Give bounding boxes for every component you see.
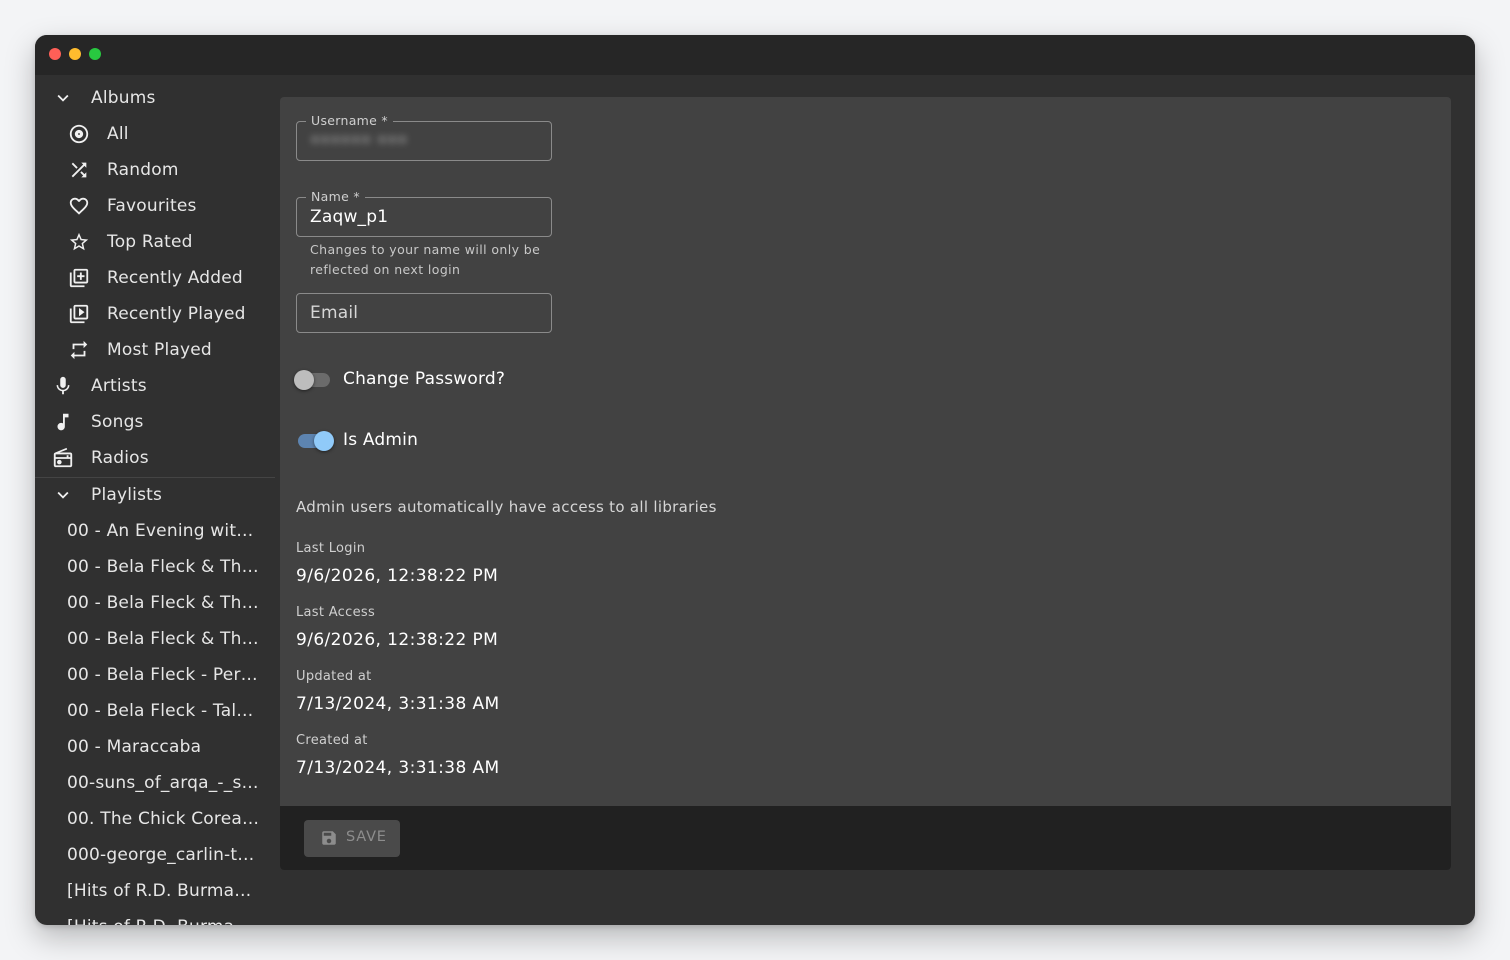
sidebar-item-label: Favourites bbox=[107, 196, 197, 216]
is-admin-label[interactable]: Is Admin bbox=[343, 430, 418, 450]
username-value: •••••• ••• bbox=[310, 131, 408, 151]
music-note-icon bbox=[52, 411, 74, 433]
star-icon bbox=[68, 231, 90, 253]
sidebar-item-label: Top Rated bbox=[107, 232, 193, 252]
playlist-label: 00 - Bela Fleck - Tale... bbox=[67, 701, 262, 721]
last-login-value: 9/6/2026, 12:38:22 PM bbox=[296, 566, 499, 586]
sidebar-playlists-label: Playlists bbox=[91, 485, 163, 505]
sidebar-playlist-item[interactable]: 000-george_carlin-th... bbox=[35, 837, 275, 873]
close-window-button[interactable] bbox=[49, 48, 61, 60]
is-admin-switch[interactable] bbox=[296, 428, 334, 452]
sidebar-playlist-item[interactable]: [Hits of R.D. Burman]... bbox=[35, 873, 275, 909]
updated-at-label: Updated at bbox=[296, 669, 372, 684]
sidebar-item-random[interactable]: Random bbox=[35, 152, 275, 188]
playlist-label: 00 - Bela Fleck & The... bbox=[67, 593, 262, 613]
sidebar-item-most-played[interactable]: Most Played bbox=[35, 332, 275, 368]
playlist-label: 00 - Bela Fleck - Perp... bbox=[67, 665, 262, 685]
playlist-label: 00 - Bela Fleck & The... bbox=[67, 557, 262, 577]
name-field[interactable]: Name * Zaqw_p1 bbox=[296, 189, 552, 237]
sidebar-playlist-item[interactable]: 00 - Maraccaba bbox=[35, 729, 275, 765]
sidebar-item-label: Random bbox=[107, 160, 179, 180]
sidebar-item-label: All bbox=[107, 124, 129, 144]
playlist-label: 00 - An Evening with ... bbox=[67, 521, 262, 541]
sidebar-item-songs[interactable]: Songs bbox=[35, 404, 275, 440]
updated-at-value: 7/13/2024, 3:31:38 AM bbox=[296, 694, 500, 714]
maximize-window-button[interactable] bbox=[89, 48, 101, 60]
sidebar-item-label: Artists bbox=[91, 376, 147, 396]
library-add-icon bbox=[68, 267, 90, 289]
sidebar-item-artists[interactable]: Artists bbox=[35, 368, 275, 404]
email-field[interactable]: Email bbox=[296, 293, 552, 333]
admin-note: Admin users automatically have access to… bbox=[296, 498, 717, 516]
sidebar-item-label: Songs bbox=[91, 412, 144, 432]
user-edit-form: Username * •••••• ••• Name * Zaqw_p1 Cha… bbox=[280, 97, 1451, 870]
username-field[interactable]: Username * •••••• ••• bbox=[296, 113, 552, 161]
heart-icon bbox=[68, 195, 90, 217]
created-at-value: 7/13/2024, 3:31:38 AM bbox=[296, 758, 500, 778]
playlist-label: 000-george_carlin-th... bbox=[67, 845, 262, 865]
save-label: SAVE bbox=[346, 829, 387, 845]
sidebar-item-label: Recently Added bbox=[107, 268, 243, 288]
sidebar-playlist-item[interactable]: 00-suns_of_arqa_-_se... bbox=[35, 765, 275, 801]
change-password-switch[interactable] bbox=[294, 367, 332, 391]
sidebar-playlist-item[interactable]: 00 - Bela Fleck & The... bbox=[35, 621, 275, 657]
sidebar-playlist-item[interactable]: [Hits of R.D. Burman]... bbox=[35, 909, 275, 925]
album-icon bbox=[68, 123, 90, 145]
playlist-label: 00-suns_of_arqa_-_se... bbox=[67, 773, 262, 793]
sidebar-albums-toggle[interactable]: Albums bbox=[35, 80, 275, 116]
sidebar-item-top-rated[interactable]: Top Rated bbox=[35, 224, 275, 260]
playlist-label: [Hits of R.D. Burman]... bbox=[67, 917, 262, 925]
switch-thumb bbox=[294, 370, 314, 390]
minimize-window-button[interactable] bbox=[69, 48, 81, 60]
playlist-label: [Hits of R.D. Burman]... bbox=[67, 881, 262, 901]
playlist-label: 00. The Chick Corea ... bbox=[67, 809, 262, 829]
switch-thumb bbox=[314, 431, 334, 451]
form-toolbar: SAVE bbox=[280, 806, 1451, 870]
sidebar-playlist-item[interactable]: 00 - An Evening with ... bbox=[35, 513, 275, 549]
sidebar-item-label: Most Played bbox=[107, 340, 212, 360]
sidebar-item-radios[interactable]: Radios bbox=[35, 440, 275, 476]
sidebar-playlist-item[interactable]: 00. The Chick Corea ... bbox=[35, 801, 275, 837]
sidebar-playlist-item[interactable]: 00 - Bela Fleck & The... bbox=[35, 549, 275, 585]
created-at-label: Created at bbox=[296, 733, 368, 748]
sidebar-item-recently-added[interactable]: Recently Added bbox=[35, 260, 275, 296]
microphone-icon bbox=[52, 375, 74, 397]
sidebar-item-all[interactable]: All bbox=[35, 116, 275, 152]
sidebar-playlist-item[interactable]: 00 - Bela Fleck - Perp... bbox=[35, 657, 275, 693]
chevron-down-icon bbox=[52, 87, 74, 109]
app-window: Albums All Random Favourites Top Rated R… bbox=[35, 35, 1475, 925]
sidebar: Albums All Random Favourites Top Rated R… bbox=[35, 75, 275, 925]
title-bar bbox=[35, 35, 1475, 75]
username-label: Username * bbox=[306, 113, 393, 128]
save-icon bbox=[320, 829, 338, 847]
sidebar-playlists-toggle[interactable]: Playlists bbox=[35, 477, 275, 513]
sidebar-item-favourites[interactable]: Favourites bbox=[35, 188, 275, 224]
name-helper-text: Changes to your name will only be reflec… bbox=[310, 242, 541, 277]
sidebar-playlist-item[interactable]: 00 - Bela Fleck - Tale... bbox=[35, 693, 275, 729]
playlist-label: 00 - Bela Fleck & The... bbox=[67, 629, 262, 649]
sidebar-item-label: Radios bbox=[91, 448, 149, 468]
repeat-icon bbox=[68, 339, 90, 361]
shuffle-icon bbox=[68, 159, 90, 181]
playlist-label: 00 - Maraccaba bbox=[67, 737, 202, 757]
chevron-down-icon bbox=[52, 484, 74, 506]
last-login-label: Last Login bbox=[296, 541, 366, 556]
sidebar-item-recently-played[interactable]: Recently Played bbox=[35, 296, 275, 332]
radio-icon bbox=[52, 447, 74, 469]
last-access-value: 9/6/2026, 12:38:22 PM bbox=[296, 630, 499, 650]
save-button[interactable]: SAVE bbox=[304, 820, 400, 857]
sidebar-albums-label: Albums bbox=[91, 88, 156, 108]
name-value: Zaqw_p1 bbox=[310, 207, 389, 227]
sidebar-playlist-item[interactable]: 00 - Bela Fleck & The... bbox=[35, 585, 275, 621]
last-access-label: Last Access bbox=[296, 605, 376, 620]
change-password-label[interactable]: Change Password? bbox=[343, 369, 505, 389]
name-label: Name * bbox=[306, 189, 365, 204]
sidebar-item-label: Recently Played bbox=[107, 304, 246, 324]
video-library-icon bbox=[68, 303, 90, 325]
email-placeholder: Email bbox=[310, 303, 359, 323]
